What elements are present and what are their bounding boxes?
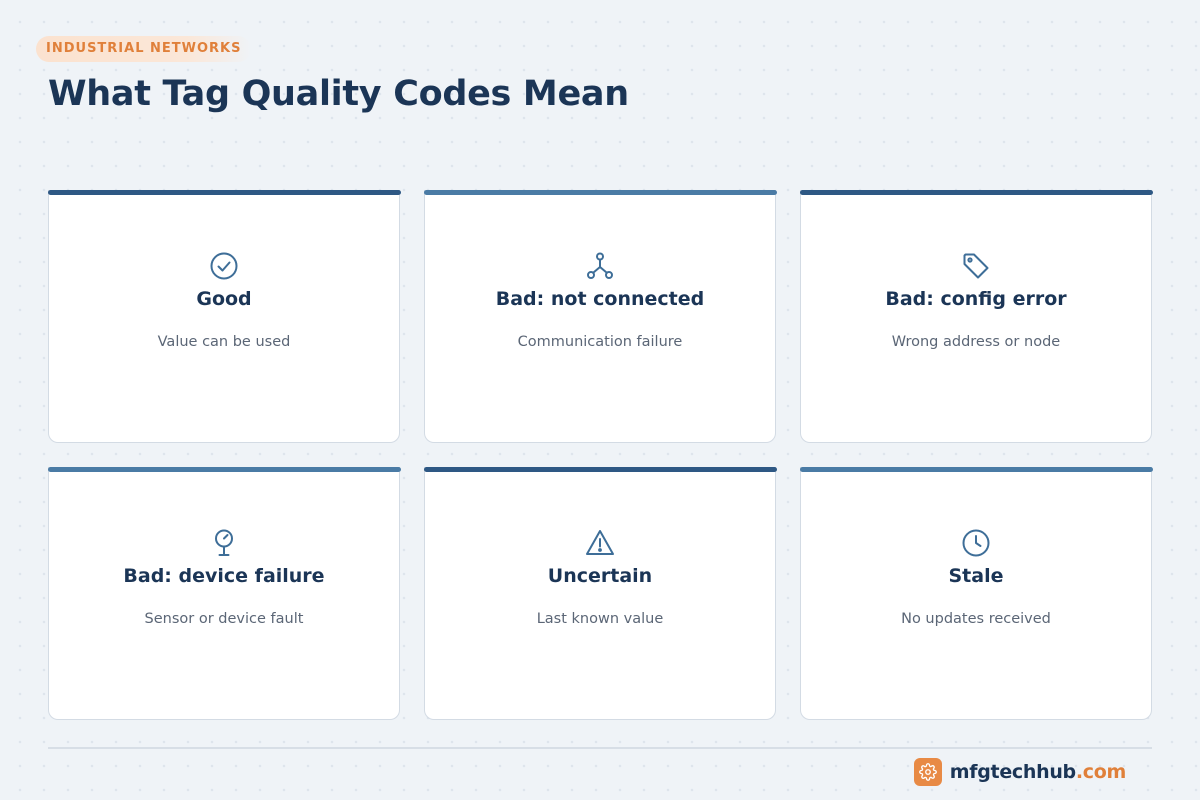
- brand-domain: .com: [1075, 761, 1126, 783]
- card-accent-bar: [799, 467, 1153, 472]
- card-title: Bad: not connected: [495, 288, 705, 310]
- card-description: Wrong address or node: [891, 334, 1061, 350]
- sensor-icon: [208, 527, 240, 559]
- page-title: What Tag Quality Codes Mean: [48, 74, 629, 114]
- network-icon: [584, 250, 616, 282]
- card-title: Bad: device failure: [123, 565, 325, 587]
- card-accent-bar: [423, 467, 777, 472]
- card-accent-bar: [799, 190, 1153, 195]
- card-title: Good: [196, 288, 252, 310]
- card-description: Communication failure: [517, 334, 683, 350]
- category-label: INDUSTRIAL NETWORKS: [36, 36, 252, 62]
- quality-card-stale: Stale No updates received: [799, 467, 1153, 720]
- card-description: No updates received: [901, 611, 1051, 627]
- clock-icon: [960, 527, 992, 559]
- card-title: Bad: config error: [885, 288, 1067, 310]
- check-circle-icon: [208, 250, 240, 282]
- card-accent-bar: [47, 467, 401, 472]
- footer-divider: [48, 747, 1152, 749]
- card-description: Value can be used: [157, 334, 291, 350]
- brand-wordmark: mfgtechhub.com: [949, 761, 1127, 783]
- card-accent-bar: [47, 190, 401, 195]
- quality-card-device-failure: Bad: device failure Sensor or device fau…: [47, 467, 401, 720]
- card-accent-bar: [423, 190, 777, 195]
- card-description: Sensor or device fault: [144, 611, 304, 627]
- tag-icon: [960, 250, 992, 282]
- gear-icon: [913, 758, 942, 786]
- quality-card-good: Good Value can be used: [47, 190, 401, 443]
- quality-card-config-error: Bad: config error Wrong address or node: [799, 190, 1153, 443]
- quality-card-not-connected: Bad: not connected Communication failure: [423, 190, 777, 443]
- quality-card-uncertain: Uncertain Last known value: [423, 467, 777, 720]
- card-title: Uncertain: [547, 565, 653, 587]
- warning-icon: [584, 527, 616, 559]
- card-description: Last known value: [536, 611, 664, 627]
- card-title: Stale: [948, 565, 1004, 587]
- quality-code-grid: Good Value can be used Bad: not connecte…: [47, 190, 1153, 720]
- brand-name: mfgtechhub: [949, 761, 1076, 783]
- brand-logo[interactable]: mfgtechhub.com: [913, 758, 1127, 786]
